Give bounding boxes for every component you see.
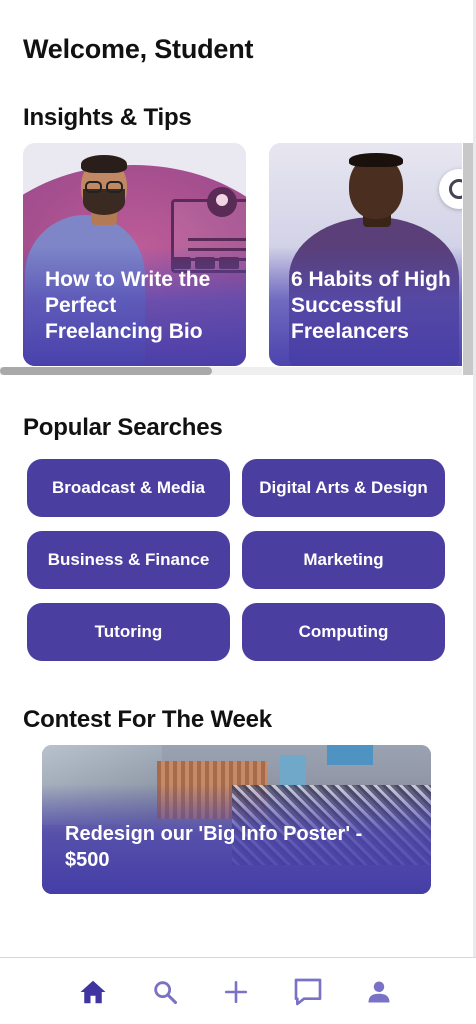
insight-card-title: How to Write the Perfect Freelancing Bio xyxy=(45,268,211,343)
nav-messages[interactable] xyxy=(288,972,328,1012)
search-chip-digital-arts-design[interactable]: Digital Arts & Design xyxy=(242,459,445,517)
chat-icon xyxy=(294,978,322,1006)
insight-card[interactable]: How to Write the Perfect Freelancing Bio xyxy=(23,143,246,366)
page-title: Welcome, Student xyxy=(23,34,254,64)
home-icon xyxy=(80,980,106,1004)
profile-icon xyxy=(368,981,390,1003)
nav-search[interactable] xyxy=(145,972,185,1012)
contest-section-title: Contest For The Week xyxy=(23,706,272,733)
vertical-scrollbar[interactable] xyxy=(463,143,473,375)
contest-card-title: Redesign our 'Big Info Poster' - $500 xyxy=(65,823,363,871)
nav-create[interactable] xyxy=(216,972,256,1012)
contest-card[interactable]: Redesign our 'Big Info Poster' - $500 xyxy=(42,745,431,894)
search-icon xyxy=(154,981,178,1005)
search-chip-business-finance[interactable]: Business & Finance xyxy=(27,531,230,589)
nav-home[interactable] xyxy=(73,972,113,1012)
search-chip-computing[interactable]: Computing xyxy=(242,603,445,661)
search-chip-tutoring[interactable]: Tutoring xyxy=(27,603,230,661)
search-chip-broadcast-media[interactable]: Broadcast & Media xyxy=(27,459,230,517)
popular-searches-title: Popular Searches xyxy=(23,414,223,441)
insights-section-title: Insights & Tips xyxy=(23,104,192,131)
bottom-navigation xyxy=(0,957,476,1024)
resume-avatar-icon xyxy=(207,187,237,217)
insight-card-title: 6 Habits of High Successful Freelancers xyxy=(291,268,451,343)
carousel-scrollbar-thumb[interactable] xyxy=(0,367,212,375)
search-chip-marketing[interactable]: Marketing xyxy=(242,531,445,589)
nav-profile[interactable] xyxy=(359,972,399,1012)
insight-card[interactable]: 6 Habits of High Successful Freelancers xyxy=(269,143,462,366)
insights-carousel[interactable]: How to Write the Perfect Freelancing Bio… xyxy=(0,143,462,367)
plus-icon xyxy=(224,980,248,1004)
